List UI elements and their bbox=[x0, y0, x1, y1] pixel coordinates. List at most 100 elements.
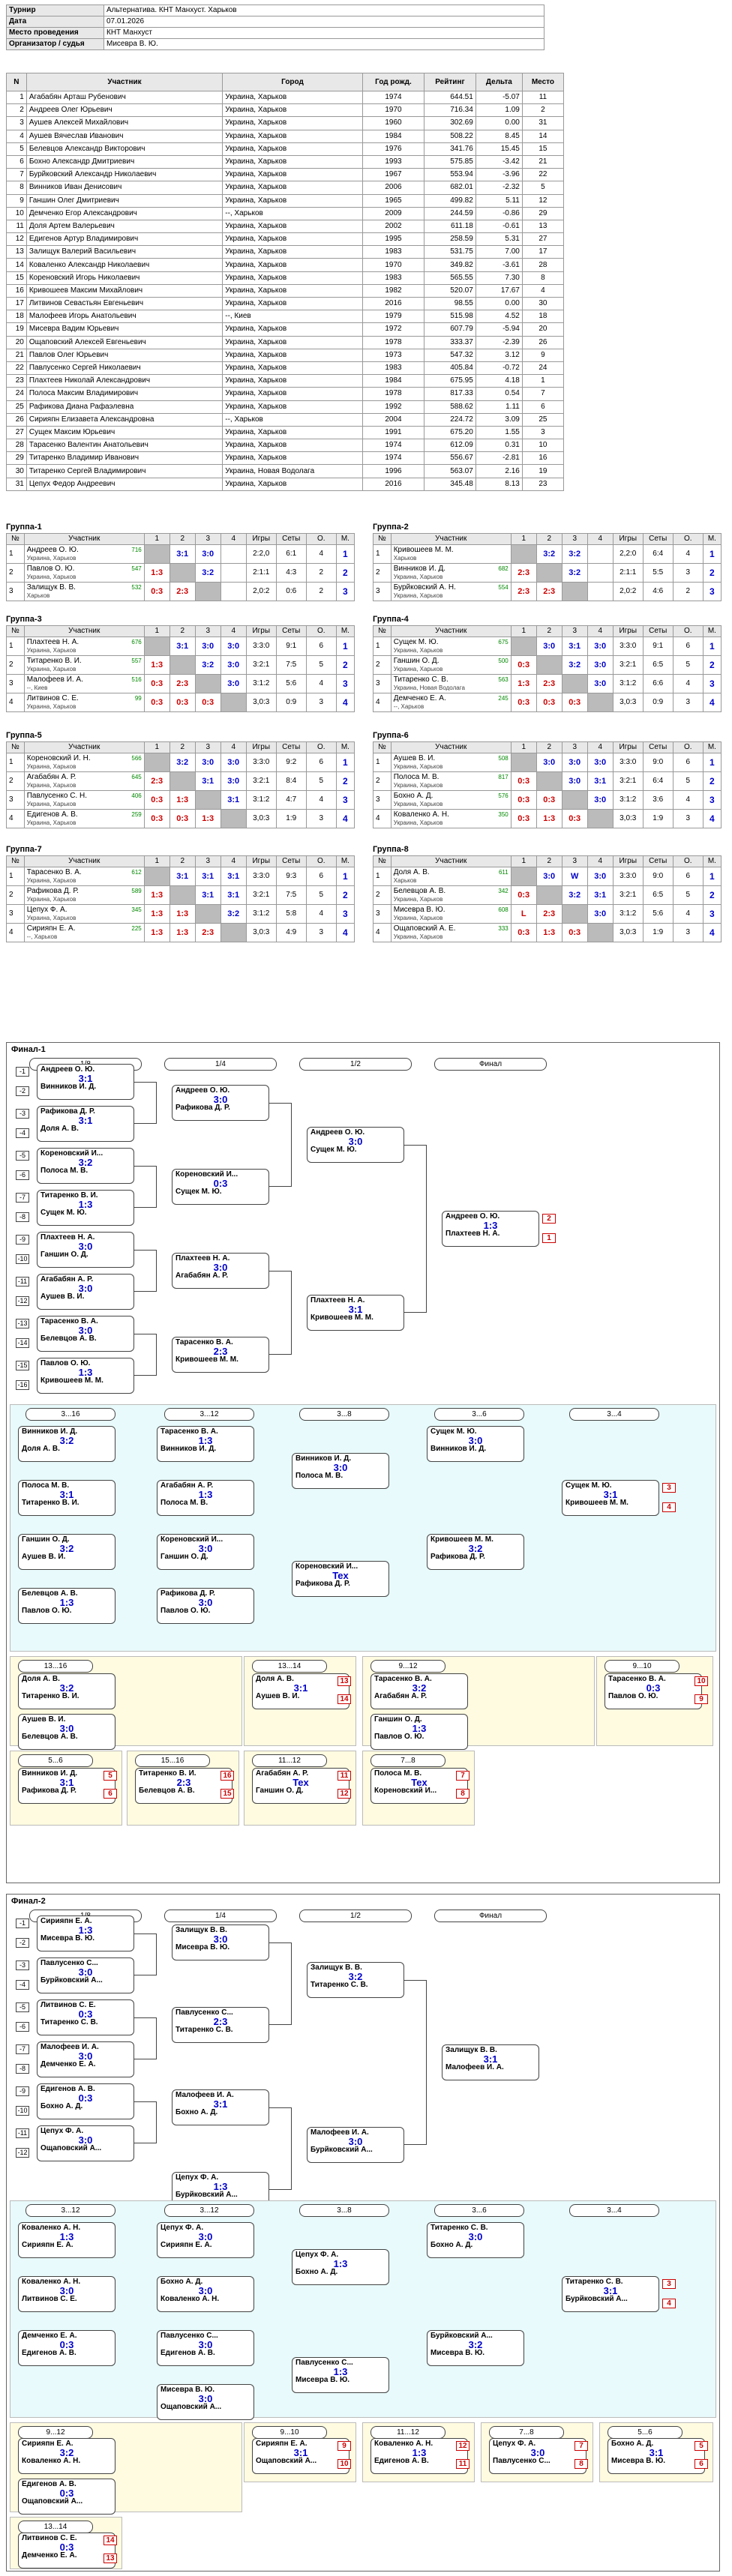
player-cell: 349.82 bbox=[424, 258, 476, 272]
group-participant: 345 Цепух Ф. А. Украина, Харьков bbox=[23, 904, 145, 924]
seed-slot: -15 bbox=[16, 1361, 29, 1370]
score-cell: 2:3 bbox=[169, 582, 196, 601]
score-cell: 3:0 bbox=[586, 790, 614, 810]
points-cell: 5 bbox=[305, 655, 337, 675]
points-cell: 4 bbox=[672, 544, 704, 564]
group-header-cell: 3 bbox=[194, 533, 221, 545]
points-cell: 3 bbox=[305, 693, 337, 712]
points-cell: 5 bbox=[305, 885, 337, 905]
player-cell: Винников Иван Денисович bbox=[26, 181, 224, 195]
games-cell: 3,0:3 bbox=[612, 693, 644, 712]
player-cell: 26 bbox=[521, 335, 565, 349]
player-row: 24 Полоса Максим Владимирович Украина, Хар… bbox=[6, 387, 565, 401]
match-player-b: Едигенов А. В. bbox=[374, 2457, 429, 2465]
sets-cell: 9:2 bbox=[275, 753, 307, 772]
match-player-b: Белевцов А. В. bbox=[139, 1787, 195, 1795]
group-header-cell: Игры bbox=[245, 741, 277, 753]
player-cell: 1982 bbox=[362, 283, 425, 298]
match-box: Титаренко С. В. 3:1 Бурйковский А... bbox=[562, 2276, 659, 2312]
player-cell: Белевцов Александр Викторович bbox=[26, 142, 224, 156]
games-cell: 3:2:1 bbox=[612, 655, 644, 675]
player-cell: 10 bbox=[521, 439, 565, 453]
games-cell: 3:1:2 bbox=[245, 904, 277, 924]
score-cell-self bbox=[220, 693, 247, 712]
bracket-zone: 11...12 Агабабян А. Р. Tex Ганшин О. Д. 11 12 bbox=[244, 1751, 356, 1826]
player-cell: Украина, Харьков bbox=[222, 103, 363, 118]
participant-name: Павлусенко С. Н. bbox=[26, 792, 87, 800]
score-cell: 3:0 bbox=[536, 637, 562, 656]
round-header: 13...16 bbox=[18, 1660, 93, 1673]
player-cell: 30 bbox=[6, 464, 27, 478]
points-cell: 4 bbox=[672, 904, 704, 924]
players-header-cell: Город bbox=[222, 73, 363, 91]
place-marker: 10 bbox=[338, 2459, 351, 2469]
group-row-number: 2 bbox=[373, 655, 392, 675]
sets-cell: 6:5 bbox=[642, 655, 674, 675]
group-row: 2 342 Белевцов А. В. Украина, Харьков 0:3 3:2… bbox=[373, 885, 722, 905]
player-cell: 8 bbox=[521, 271, 565, 285]
group-header-cell: 2 bbox=[536, 741, 562, 753]
seed-slot: -4 bbox=[16, 1128, 29, 1138]
match-box-r1: Литвинов С. Е. 0:3 Титаренко С. В. bbox=[37, 1999, 134, 2035]
participant-name: Бурйковский А. Н. bbox=[393, 583, 456, 592]
match-player-b: Павлов О. Ю. bbox=[374, 1733, 424, 1741]
score-cell: 0:3 bbox=[143, 582, 170, 601]
group-header-cell: О. bbox=[305, 855, 337, 867]
match-box: Титаренко В. И. 2:3 Белевцов А. В. bbox=[135, 1768, 232, 1804]
participant-city: Украина, Харьков bbox=[393, 666, 443, 672]
player-cell: Аушев Вячеслав Иванович bbox=[26, 129, 224, 143]
points-cell: 4 bbox=[305, 790, 337, 810]
player-cell: -0.61 bbox=[475, 219, 523, 234]
participant-rating: 99 bbox=[134, 695, 142, 702]
info-key: Организатор / судья bbox=[6, 38, 104, 50]
group-participant: 675 Сущек М. Ю. Украина, Харьков bbox=[390, 637, 512, 656]
place-marker: 12 bbox=[338, 1789, 351, 1799]
match-box: Едигенов А. В. 0:3 Ощаповский А... bbox=[18, 2479, 116, 2515]
match-box: Бохно А. Д. 3:0 Коваленко А. Н. bbox=[157, 2276, 254, 2312]
player-cell: 21 bbox=[521, 154, 565, 169]
player-cell: 2009 bbox=[362, 206, 425, 220]
bracket-zone: 13...14 Литвинов С. Е. 0:3 Демченко Е. А. 14… bbox=[10, 2517, 122, 2569]
player-cell: 224.72 bbox=[424, 412, 476, 427]
place-marker: 8 bbox=[456, 1789, 470, 1799]
match-box: Доля А. В. 3:2 Титаренко В. И. bbox=[18, 1673, 116, 1709]
player-cell: 20 bbox=[521, 322, 565, 337]
player-row: 17 Литвинов Севастьян Евгеньевич Украина, … bbox=[6, 296, 565, 311]
score-cell: 3:0 bbox=[194, 637, 221, 656]
player-cell: 0.31 bbox=[475, 439, 523, 453]
player-cell: 7 bbox=[521, 387, 565, 401]
participant-city: Украина, Харьков bbox=[26, 915, 76, 921]
group-row-number: 1 bbox=[6, 637, 25, 656]
group-title: Группа-5 bbox=[6, 731, 42, 740]
match-box-r2: Андреев О. Ю. 3:0 Рафикова Д. Р. bbox=[172, 1085, 269, 1121]
group-header-cell: 2 bbox=[169, 741, 196, 753]
sets-cell: 5:5 bbox=[642, 563, 674, 583]
sets-cell: 9:0 bbox=[642, 753, 674, 772]
player-cell: 508.22 bbox=[424, 129, 476, 143]
player-cell: Сущек Максим Юрьевич bbox=[26, 425, 224, 440]
group-table: Группа-2 № Участник 1 2 3 4 Игры Сеты О. М. 1 Кривош… bbox=[373, 523, 722, 601]
place-marker: 3 bbox=[662, 1483, 676, 1493]
player-cell: 716.34 bbox=[424, 103, 476, 118]
group-header-cell: О. bbox=[672, 855, 704, 867]
final-1-bracket: Финал-1 1/81/41/2ФиналАндреев О. Ю.3:1Ви… bbox=[6, 1042, 720, 1883]
player-cell: 12 bbox=[521, 193, 565, 208]
player-cell: Бурйковский Александр Николаевич bbox=[26, 168, 224, 182]
participant-city: Украина, Харьков bbox=[26, 647, 76, 654]
group-header-cell: О. bbox=[672, 533, 704, 545]
score-cell: 1:3 bbox=[143, 923, 170, 942]
player-cell: 3.12 bbox=[475, 348, 523, 362]
player-cell: 28 bbox=[6, 439, 27, 453]
match-player-b: Ощаповский А... bbox=[22, 2497, 83, 2506]
round-header: 3...4 bbox=[569, 1408, 659, 1421]
participant-rating: 675 bbox=[498, 639, 508, 645]
player-cell: 2016 bbox=[362, 477, 425, 491]
player-cell: Плахтеев Николай Александрович bbox=[26, 374, 224, 388]
player-cell: Титаренко Сергей Владимирович bbox=[26, 464, 224, 478]
player-cell: 1993 bbox=[362, 154, 425, 169]
place-cell: 3 bbox=[335, 790, 356, 810]
sets-cell: 7:5 bbox=[275, 885, 307, 905]
player-cell: Украина, Харьков bbox=[222, 116, 363, 130]
score-cell-self bbox=[143, 637, 170, 656]
games-cell: 3:2:1 bbox=[245, 885, 277, 905]
